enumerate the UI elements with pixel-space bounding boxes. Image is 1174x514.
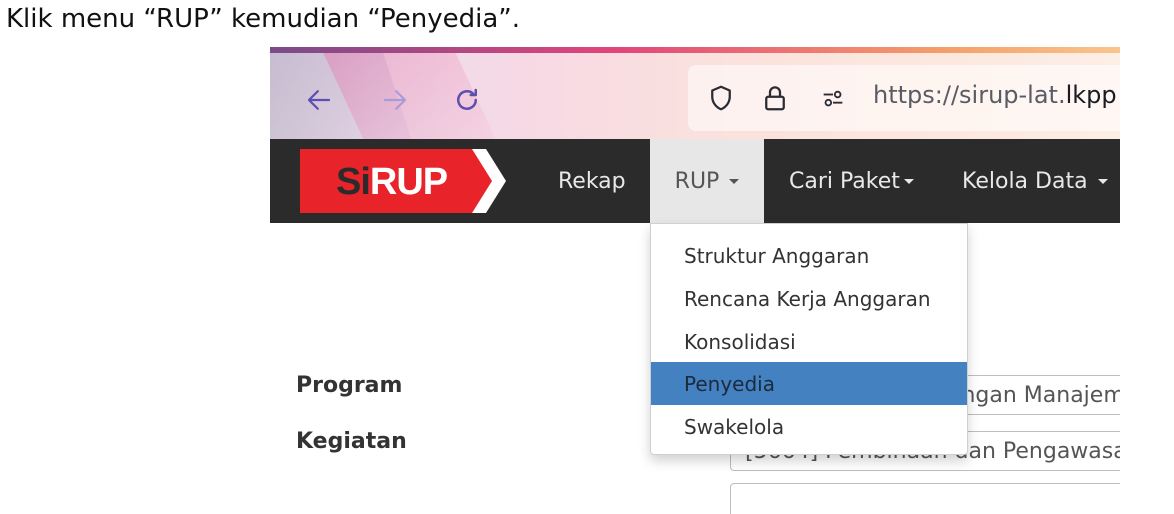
nav-rekap[interactable]: Rekap xyxy=(558,139,626,223)
nav-cari-paket-label: Cari Paket xyxy=(789,168,900,194)
menu-item-struktur-anggaran[interactable]: Struktur Anggaran xyxy=(651,234,967,277)
nav-rekap-label: Rekap xyxy=(558,168,626,194)
arrow-right-icon xyxy=(383,90,407,110)
menu-item-konsolidasi[interactable]: Konsolidasi xyxy=(651,320,967,363)
instruction-text: Klik menu “RUP” kemudian “Penyedia”. xyxy=(6,4,521,34)
nav-kelola-data[interactable]: Kelola Data xyxy=(962,139,1108,223)
menu-item-swakelola[interactable]: Swakelola xyxy=(651,405,967,448)
next-field[interactable] xyxy=(730,483,1120,514)
browser-toolbar: https://sirup-lat.lkpp xyxy=(270,47,1120,139)
url-text[interactable]: https://sirup-lat.lkpp xyxy=(873,81,1117,109)
nav-cari-paket[interactable]: Cari Paket xyxy=(789,139,914,223)
reload-button[interactable] xyxy=(450,83,484,117)
menu-item-rencana-kerja-anggaran[interactable]: Rencana Kerja Anggaran xyxy=(651,277,967,320)
shield-icon[interactable] xyxy=(704,81,738,115)
nav-kelola-data-label: Kelola Data xyxy=(962,168,1088,194)
site-permissions-icon[interactable] xyxy=(816,81,850,115)
lock-icon[interactable] xyxy=(758,81,792,115)
caret-down-icon xyxy=(903,178,914,184)
nav-rup-label: RUP xyxy=(674,168,720,194)
back-button[interactable] xyxy=(302,83,336,117)
kegiatan-label: Kegiatan xyxy=(296,429,407,454)
screenshot-frame: https://sirup-lat.lkpp SiRUP Rekap RUP C… xyxy=(270,47,1120,514)
nav-rup[interactable]: RUP xyxy=(650,139,764,223)
forward-button[interactable] xyxy=(378,83,412,117)
app-navbar: SiRUP Rekap RUP Cari Paket Kelola Data xyxy=(270,139,1120,223)
menu-item-penyedia[interactable]: Penyedia xyxy=(651,362,967,405)
program-label: Program xyxy=(296,373,403,398)
caret-down-icon xyxy=(729,178,740,184)
sirup-logo[interactable]: SiRUP xyxy=(300,139,510,223)
rup-dropdown-menu: Struktur Anggaran Rencana Kerja Anggaran… xyxy=(650,223,968,455)
arrow-left-icon xyxy=(307,90,331,110)
svg-text:SiRUP: SiRUP xyxy=(336,161,448,203)
caret-down-icon xyxy=(1097,178,1108,184)
reload-icon xyxy=(457,88,477,110)
